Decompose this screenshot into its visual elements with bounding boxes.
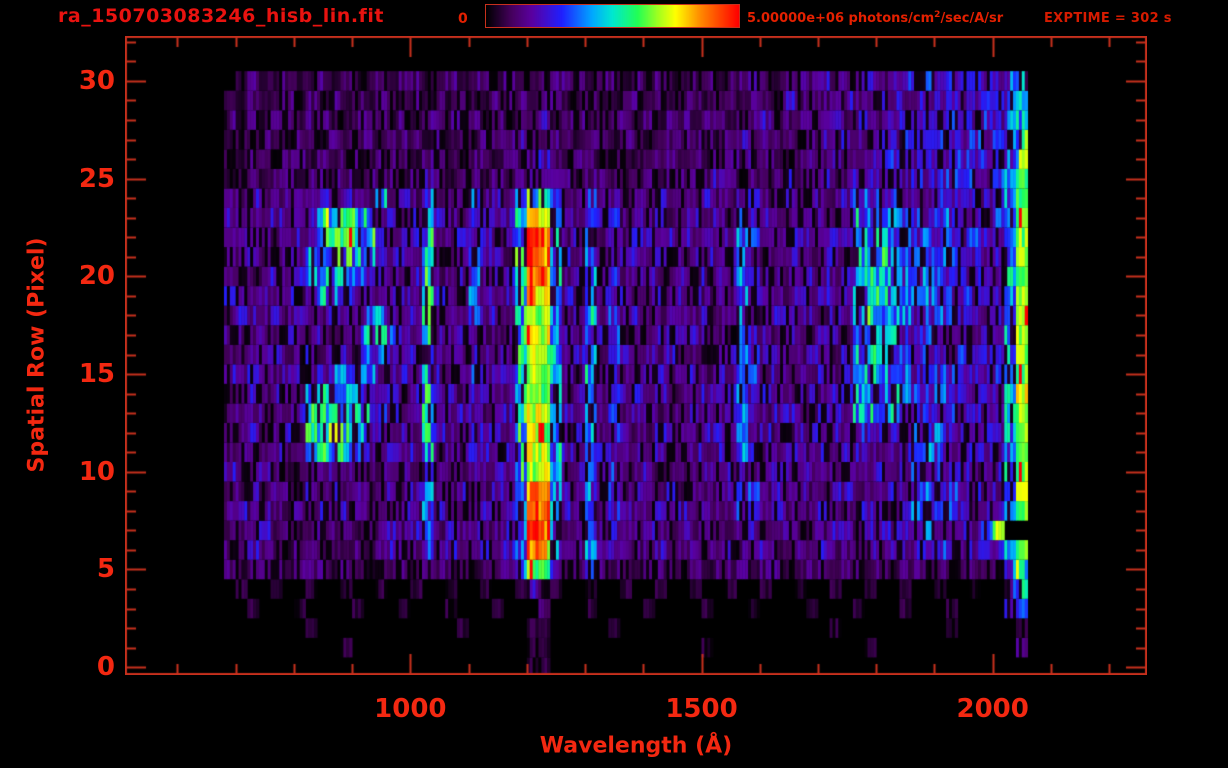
heatmap-canvas bbox=[125, 36, 1147, 675]
y-tick-label: 0 bbox=[96, 652, 115, 683]
colorbar-max-label: 5.00000e+06 photons/cm2/sec/A/sr bbox=[747, 10, 1004, 26]
y-tick-label: 30 bbox=[78, 65, 115, 96]
y-tick-label: 10 bbox=[78, 456, 115, 487]
spectral-viewer-screen: ra_150703083246_hisb_lin.fit 0 5.00000e+… bbox=[0, 0, 1228, 768]
x-axis-title: Wavelength (Å) bbox=[539, 733, 733, 759]
y-tick-label: 5 bbox=[96, 554, 115, 585]
flux-label-pre: 5.00000e+06 photons/cm bbox=[747, 11, 935, 26]
y-tick-label: 25 bbox=[78, 163, 115, 194]
y-tick-label: 20 bbox=[78, 261, 115, 292]
colorbar-min-label: 0 bbox=[458, 11, 468, 27]
x-tick-label: 1500 bbox=[665, 694, 738, 724]
y-tick-label: 15 bbox=[78, 359, 115, 390]
plot-frame bbox=[125, 36, 1147, 675]
colorbar bbox=[485, 4, 740, 28]
flux-label-post: /sec/A/sr bbox=[940, 11, 1004, 26]
flux-label-superscript: 2 bbox=[934, 10, 941, 20]
x-tick-label: 2000 bbox=[956, 694, 1029, 724]
colorbar-gradient bbox=[486, 5, 739, 27]
exptime-label: EXPTIME = 302 s bbox=[1044, 11, 1172, 26]
y-axis-title: Spatial Row (Pixel) bbox=[24, 237, 50, 473]
fits-filename-title: ra_150703083246_hisb_lin.fit bbox=[58, 5, 384, 27]
x-tick-label: 1000 bbox=[374, 694, 447, 724]
